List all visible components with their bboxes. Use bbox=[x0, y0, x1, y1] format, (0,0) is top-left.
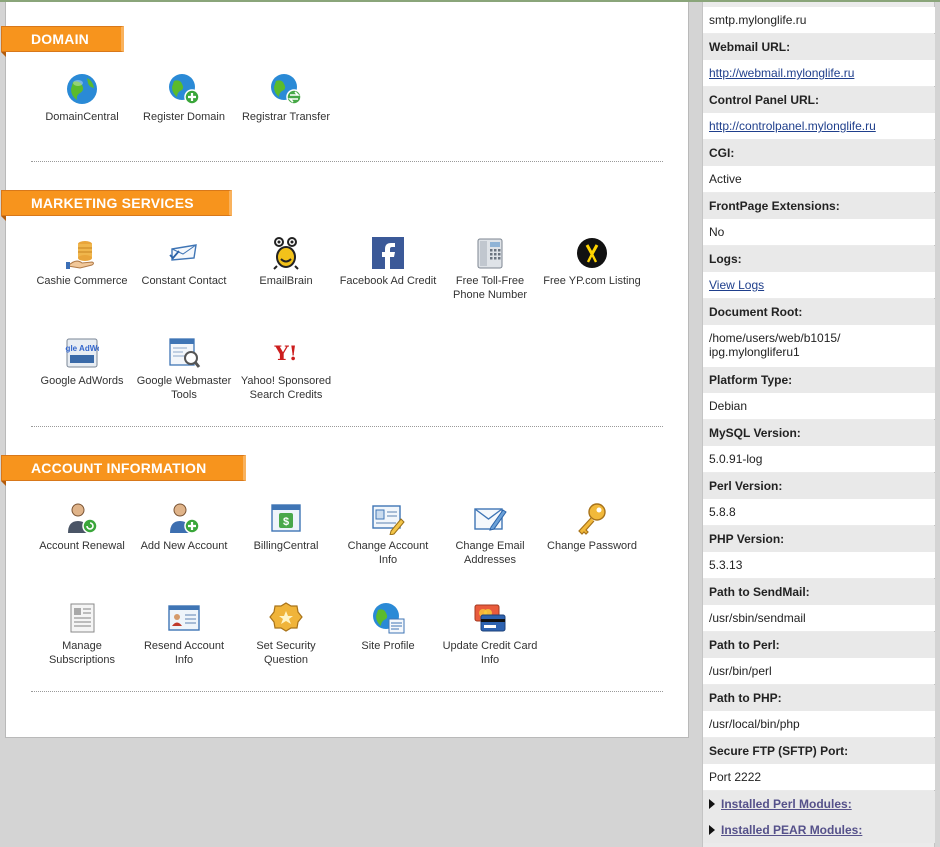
control-panel-url-row: http://controlpanel.mylonglife.ru bbox=[703, 113, 935, 139]
view-logs-link[interactable]: View Logs bbox=[709, 278, 764, 292]
installed-perl-modules-link[interactable]: Installed Perl Modules: bbox=[721, 797, 852, 811]
webmail-url-link[interactable]: http://webmail.mylonglife.ru bbox=[709, 66, 854, 80]
billing-window-icon: $ bbox=[269, 501, 303, 535]
yahoo-logo-icon: Y! bbox=[269, 336, 303, 370]
document-root-value: /home/users/web/b1015/ ipg.mylongliferu1 bbox=[703, 325, 935, 367]
account-card-edit-icon bbox=[371, 501, 405, 535]
path-to-perl-label: Path to Perl: bbox=[703, 632, 935, 658]
account-renewal-link[interactable]: Account Renewal bbox=[32, 501, 132, 553]
google-adwords-link[interactable]: Google AdWords Google AdWords bbox=[32, 336, 132, 388]
perl-version-value: 5.8.8 bbox=[703, 499, 935, 525]
logs-label: Logs: bbox=[703, 246, 935, 272]
mysql-version-value: 5.0.91-log bbox=[703, 446, 935, 472]
cgi-label: CGI: bbox=[703, 140, 935, 166]
logs-row: View Logs bbox=[703, 272, 935, 298]
path-to-sendmail-value: /usr/sbin/sendmail bbox=[703, 605, 935, 631]
user-add-icon bbox=[167, 501, 201, 535]
path-to-php-value: /usr/local/bin/php bbox=[703, 711, 935, 737]
expand-triangle-icon bbox=[709, 799, 715, 809]
free-toll-free-phone-link[interactable]: Free Toll-Free Phone Number bbox=[440, 236, 540, 302]
emailbrain-link[interactable]: EmailBrain bbox=[236, 236, 336, 288]
section-header-domain: DOMAIN bbox=[1, 26, 124, 57]
free-yp-listing-link[interactable]: Free YP.com Listing bbox=[542, 236, 642, 288]
platform-type-value: Debian bbox=[703, 393, 935, 419]
cashie-commerce-link[interactable]: Cashie Commerce bbox=[32, 236, 132, 288]
php-version-value: 5.3.13 bbox=[703, 552, 935, 578]
globe-add-icon bbox=[167, 72, 201, 106]
account-details-panel: smtp.mylonglife.ru Webmail URL: http://w… bbox=[702, 2, 935, 847]
php-version-label: PHP Version: bbox=[703, 526, 935, 552]
section-header-account: ACCOUNT INFORMATION bbox=[1, 455, 246, 486]
installed-perl-modules-toggle[interactable]: Installed Perl Modules: bbox=[703, 791, 935, 817]
resend-account-info-link[interactable]: Resend Account Info bbox=[134, 601, 234, 667]
registrar-transfer-link[interactable]: Registrar Transfer bbox=[236, 72, 336, 124]
billingcentral-link[interactable]: $ BillingCentral bbox=[236, 501, 336, 553]
path-to-sendmail-label: Path to SendMail: bbox=[703, 579, 935, 605]
facebook-ad-credit-link[interactable]: Facebook Ad Credit bbox=[338, 236, 438, 288]
document-root-label: Document Root: bbox=[703, 299, 935, 325]
update-credit-card-info-link[interactable]: Update Credit Card Info bbox=[440, 601, 540, 667]
section-divider bbox=[31, 426, 663, 427]
globe-profile-icon bbox=[371, 601, 405, 635]
main-panel: DOMAIN DomainCentral Register Domain Reg… bbox=[1, 2, 689, 738]
document-root-line-1: /home/users/web/b1015/ bbox=[709, 331, 841, 345]
yp-logo-icon bbox=[575, 236, 609, 270]
constant-contact-link[interactable]: Constant Contact bbox=[134, 236, 234, 288]
globe-transfer-icon bbox=[269, 72, 303, 106]
svg-text:$: $ bbox=[283, 516, 289, 528]
facebook-icon bbox=[371, 236, 405, 270]
smtp-value: smtp.mylonglife.ru bbox=[703, 7, 935, 33]
envelope-check-icon bbox=[167, 236, 201, 270]
badge-icon bbox=[269, 601, 303, 635]
google-adwords-icon: Google AdWords bbox=[65, 336, 99, 370]
yahoo-sponsored-search-link[interactable]: Y! Yahoo! Sponsored Search Credits bbox=[236, 336, 336, 402]
phone-icon bbox=[473, 236, 507, 270]
change-password-link[interactable]: Change Password bbox=[542, 501, 642, 553]
path-to-perl-value: /usr/bin/perl bbox=[703, 658, 935, 684]
user-renew-icon bbox=[65, 501, 99, 535]
svg-text:Y!: Y! bbox=[273, 341, 297, 365]
platform-type-label: Platform Type: bbox=[703, 367, 935, 393]
coins-hand-icon bbox=[65, 236, 99, 270]
section-header-marketing: MARKETING SERVICES bbox=[1, 190, 232, 221]
sftp-port-value: Port 2222 bbox=[703, 764, 935, 790]
register-domain-link[interactable]: Register Domain bbox=[134, 72, 234, 124]
svg-text:Google AdWords: Google AdWords bbox=[65, 344, 99, 353]
section-divider bbox=[31, 161, 663, 162]
google-webmaster-tools-link[interactable]: Google Webmaster Tools bbox=[134, 336, 234, 402]
frontpage-label: FrontPage Extensions: bbox=[703, 193, 935, 219]
frontpage-value: No bbox=[703, 219, 935, 245]
change-email-addresses-link[interactable]: Change Email Addresses bbox=[440, 501, 540, 567]
cgi-value: Active bbox=[703, 166, 935, 192]
webmaster-tools-icon bbox=[167, 336, 201, 370]
mysql-version-label: MySQL Version: bbox=[703, 420, 935, 446]
webmail-url-label: Webmail URL: bbox=[703, 34, 935, 60]
site-profile-link[interactable]: Site Profile bbox=[338, 601, 438, 653]
domaincentral-link[interactable]: DomainCentral bbox=[32, 72, 132, 124]
section-divider bbox=[31, 691, 663, 692]
envelope-pencil-icon bbox=[473, 501, 507, 535]
account-card-icon bbox=[167, 601, 201, 635]
control-panel-url-label: Control Panel URL: bbox=[703, 87, 935, 113]
set-security-question-link[interactable]: Set Security Question bbox=[236, 601, 336, 667]
globe-icon bbox=[65, 72, 99, 106]
manage-subscriptions-link[interactable]: Manage Subscriptions bbox=[32, 601, 132, 667]
credit-card-icon bbox=[473, 601, 507, 635]
installed-pear-modules-toggle[interactable]: Installed PEAR Modules: bbox=[703, 817, 935, 843]
emailbrain-mascot-icon bbox=[269, 236, 303, 270]
control-panel-url-link[interactable]: http://controlpanel.mylonglife.ru bbox=[709, 119, 876, 133]
installed-pear-modules-link[interactable]: Installed PEAR Modules: bbox=[721, 823, 862, 837]
add-new-account-link[interactable]: Add New Account bbox=[134, 501, 234, 553]
sftp-port-label: Secure FTP (SFTP) Port: bbox=[703, 738, 935, 764]
document-list-icon bbox=[65, 601, 99, 635]
expand-triangle-icon bbox=[709, 825, 715, 835]
perl-version-label: Perl Version: bbox=[703, 473, 935, 499]
key-icon bbox=[575, 501, 609, 535]
webmail-url-row: http://webmail.mylonglife.ru bbox=[703, 60, 935, 86]
change-account-info-link[interactable]: Change Account Info bbox=[338, 501, 438, 567]
path-to-php-label: Path to PHP: bbox=[703, 685, 935, 711]
document-root-line-2: ipg.mylongliferu1 bbox=[709, 345, 800, 359]
